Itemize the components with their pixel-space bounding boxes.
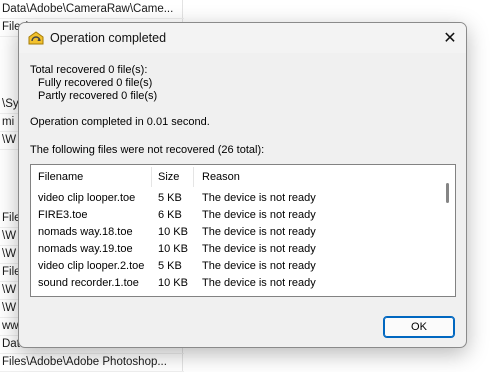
fully-recovered-text: Fully recovered 0 file(s): [38, 77, 153, 89]
cell-filename: video clip looper.2.toe: [38, 260, 145, 272]
title-bar[interactable]: Operation completed ✕: [19, 23, 466, 53]
cell-filename: FIRE3.toe: [38, 209, 88, 221]
cell-size: 10 KB: [158, 243, 188, 255]
background-row: Files\Adobe\Adobe Photoshop...: [0, 353, 184, 372]
column-header-reason[interactable]: Reason: [202, 171, 240, 183]
list-item[interactable]: sound recorder.1.toe 10 KB The device is n…: [31, 275, 441, 292]
column-separator[interactable]: [193, 167, 194, 187]
list-item[interactable]: nomads way.18.toe 10 KB The device is not …: [31, 224, 441, 241]
operation-time-text: Operation completed in 0.01 second.: [30, 116, 210, 128]
recovery-icon: [28, 31, 44, 45]
cell-filename: video clip looper.toe: [38, 192, 136, 204]
cell-reason: The device is not ready: [202, 277, 316, 289]
column-header-size[interactable]: Size: [158, 171, 179, 183]
total-recovered-text: Total recovered 0 file(s):: [30, 64, 148, 76]
column-header-filename[interactable]: Filename: [38, 171, 83, 183]
cell-reason: The device is not ready: [202, 192, 316, 204]
cell-size: 5 KB: [158, 260, 182, 272]
dialog-title: Operation completed: [50, 31, 167, 45]
column-separator[interactable]: [151, 167, 152, 187]
ok-button[interactable]: OK: [383, 316, 455, 338]
cell-size: 10 KB: [158, 226, 188, 238]
list-item[interactable]: video clip looper.toe 5 KB The device is n…: [31, 190, 441, 207]
cell-reason: The device is not ready: [202, 243, 316, 255]
cell-reason: The device is not ready: [202, 209, 316, 221]
scrollbar-thumb[interactable]: [446, 183, 449, 203]
cell-size: 6 KB: [158, 209, 182, 221]
cell-size: 10 KB: [158, 277, 188, 289]
list-item[interactable]: video clip looper.2.toe 5 KB The device is…: [31, 258, 441, 275]
cell-reason: The device is not ready: [202, 260, 316, 272]
cell-size: 5 KB: [158, 192, 182, 204]
cell-filename: nomads way.19.toe: [38, 243, 133, 255]
operation-completed-dialog: Operation completed ✕ Total recovered 0 …: [18, 22, 467, 348]
cell-filename: nomads way.18.toe: [38, 226, 133, 238]
not-recovered-header: The following files were not recovered (…: [30, 144, 265, 156]
background-row: Data\Adobe\CameraRaw\Came...: [0, 0, 184, 19]
list-item[interactable]: FIRE3.toe 6 KB The device is not ready: [31, 207, 441, 224]
close-button[interactable]: ✕: [434, 23, 466, 53]
list-header: Filename Size Reason: [31, 165, 441, 189]
vertical-scrollbar[interactable]: [441, 165, 455, 296]
cell-filename: sound recorder.1.toe: [38, 277, 139, 289]
partly-recovered-text: Partly recovered 0 file(s): [38, 90, 158, 102]
cell-reason: The device is not ready: [202, 226, 316, 238]
list-item[interactable]: nomads way.19.toe 10 KB The device is not …: [31, 241, 441, 258]
not-recovered-list[interactable]: Filename Size Reason video clip looper.t…: [30, 164, 456, 297]
close-icon: ✕: [443, 30, 457, 47]
